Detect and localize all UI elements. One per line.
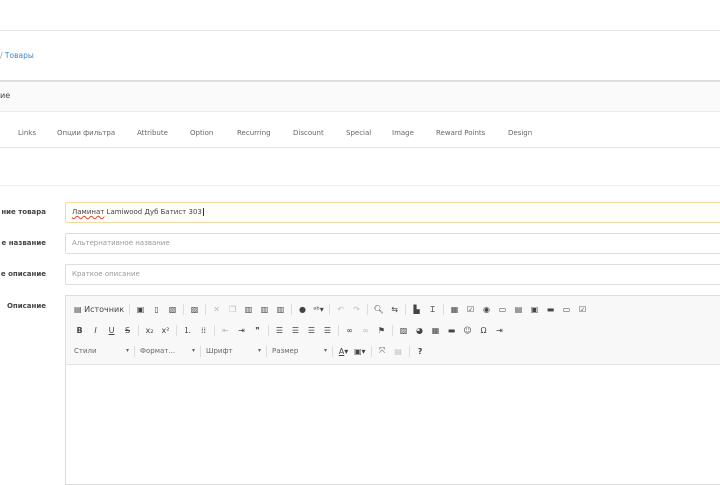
format-dropdown[interactable]: Формат... ▾ [140,347,195,355]
horizontal-line-icon[interactable]: ▬ [446,326,457,335]
button-icon[interactable]: ▬ [545,305,556,314]
subscript-icon[interactable]: x₂ [144,326,155,335]
table-icon[interactable]: ▦ [430,326,441,335]
link-icon[interactable]: ∞ [344,326,355,335]
textfield-icon[interactable]: ▭ [497,305,508,314]
cut-icon[interactable]: ✕ [211,305,222,314]
maximize-icon[interactable]: ⤧ [377,346,388,356]
special-char-icon[interactable]: Ω [478,326,489,335]
new-page-icon[interactable]: ▯ [151,305,162,314]
tab-filter-options[interactable]: Опции фильтра [57,129,115,137]
hidden-field-icon[interactable]: ☑ [577,305,588,314]
print-icon[interactable]: ● [297,305,308,314]
source-button[interactable]: ▤ Источник [74,305,124,314]
flash-icon[interactable]: ◕ [414,326,425,335]
short-description-label: е описание [0,270,46,278]
save-icon[interactable]: ▣ [135,305,146,314]
top-bar [0,0,720,31]
tab-image[interactable]: Image [392,129,414,137]
breadcrumb-separator: / [0,51,3,60]
spellcheck-icon[interactable]: ᵃᵇ▾ [313,305,324,314]
blockquote-icon[interactable]: ❞ [252,326,263,335]
paste-icon[interactable]: ▥ [243,305,254,314]
misspelled-word: Ламинат [72,208,105,216]
form-icon[interactable]: ▦ [449,305,460,314]
align-right-icon[interactable]: ☰ [306,326,317,335]
short-description-input[interactable]: Краткое описание [65,264,720,285]
breadcrumb: / Товары [0,51,34,60]
strike-icon[interactable]: S [122,326,133,335]
select-all-icon[interactable]: ▙ [411,305,422,314]
undo-icon[interactable]: ↶ [335,305,346,314]
find-icon[interactable]: 🔍︎ [373,305,384,314]
size-dropdown[interactable]: Размер ▾ [272,347,327,355]
outdent-icon[interactable]: ⇤ [220,326,231,335]
alt-name-input[interactable]: Альтернативное название [65,233,720,254]
italic-icon[interactable]: I [90,326,101,335]
radio-icon[interactable]: ◉ [481,305,492,314]
templates-icon[interactable]: ▨ [189,305,200,314]
superscript-icon[interactable]: x² [160,326,171,335]
tab-recurring[interactable]: Recurring [237,129,271,137]
indent-icon[interactable]: ⇥ [236,326,247,335]
alt-name-label: е название [1,239,46,247]
redo-icon[interactable]: ↷ [351,305,362,314]
anchor-icon[interactable]: ⚑ [376,326,387,335]
editor-toolbar: ▤ Источник ▣ ▯ ▧ ▨ ✕ ❐ ▥ ▥ ▥ ● ᵃᵇ▾ ↶ ↷ 🔍︎ ⇆ ▙ Ɪ ▦ ☑… [66,296,720,365]
description-label: Описание [6,302,46,310]
font-dropdown[interactable]: Шрифт ▾ [206,347,261,355]
divider [0,185,720,186]
image-button-icon[interactable]: ▭ [561,305,572,314]
bold-icon[interactable]: B [74,326,85,335]
paste-text-icon[interactable]: ▥ [259,305,270,314]
paste-word-icon[interactable]: ▥ [275,305,286,314]
unlink-icon[interactable]: ∞ [360,326,371,335]
tab-discount[interactable]: Discount [293,129,324,137]
tab-option[interactable]: Option [190,129,213,137]
background-color-icon[interactable]: ▣▾ [354,347,366,356]
tab-attribute[interactable]: Attribute [137,129,168,137]
remove-format-icon[interactable]: Ɪ [427,304,438,315]
product-name-input[interactable]: Ламинат Lamiwood Дуб Батист 303 [65,202,720,223]
show-blocks-icon[interactable]: ▤ [393,347,404,356]
image-icon[interactable]: ▨ [398,326,409,335]
page-break-icon[interactable]: ⇥ [494,326,505,335]
text-cursor [202,208,204,216]
text-color-icon[interactable]: A▾ [338,347,349,356]
align-center-icon[interactable]: ☰ [290,326,301,335]
tab-reward-points[interactable]: Reward Points [436,129,485,137]
breadcrumb-link-products[interactable]: Товары [5,51,34,60]
underline-icon[interactable]: U [106,326,117,335]
product-name-label: ние товара [1,208,46,216]
styles-dropdown[interactable]: Стили ▾ [74,347,129,355]
tab-design[interactable]: Design [508,129,532,137]
help-icon[interactable]: ? [415,347,426,356]
tab-special[interactable]: Special [346,129,371,137]
tab-links[interactable]: Links [18,129,36,137]
checkbox-icon[interactable]: ☑ [465,305,476,314]
textarea-icon[interactable]: ▤ [513,305,524,314]
product-name-value: Lamiwood Дуб Батист 303 [104,208,202,216]
tab-bar: Links Опции фильтра Attribute Option Rec… [0,120,720,148]
select-icon[interactable]: ▣ [529,305,540,314]
panel-title: ие [0,82,720,112]
justify-icon[interactable]: ☰ [322,326,333,335]
bullet-list-icon[interactable]: ⁞⁞ [198,326,209,335]
description-editor[interactable]: ▤ Источник ▣ ▯ ▧ ▨ ✕ ❐ ▥ ▥ ▥ ● ᵃᵇ▾ ↶ ↷ 🔍︎ ⇆ ▙ Ɪ ▦ ☑… [65,295,720,485]
copy-icon[interactable]: ❐ [227,305,238,314]
align-left-icon[interactable]: ☰ [274,326,285,335]
replace-icon[interactable]: ⇆ [389,305,400,314]
numbered-list-icon[interactable]: ⒈ [182,325,193,336]
preview-icon[interactable]: ▧ [167,305,178,314]
smiley-icon[interactable]: ☺ [462,326,473,335]
